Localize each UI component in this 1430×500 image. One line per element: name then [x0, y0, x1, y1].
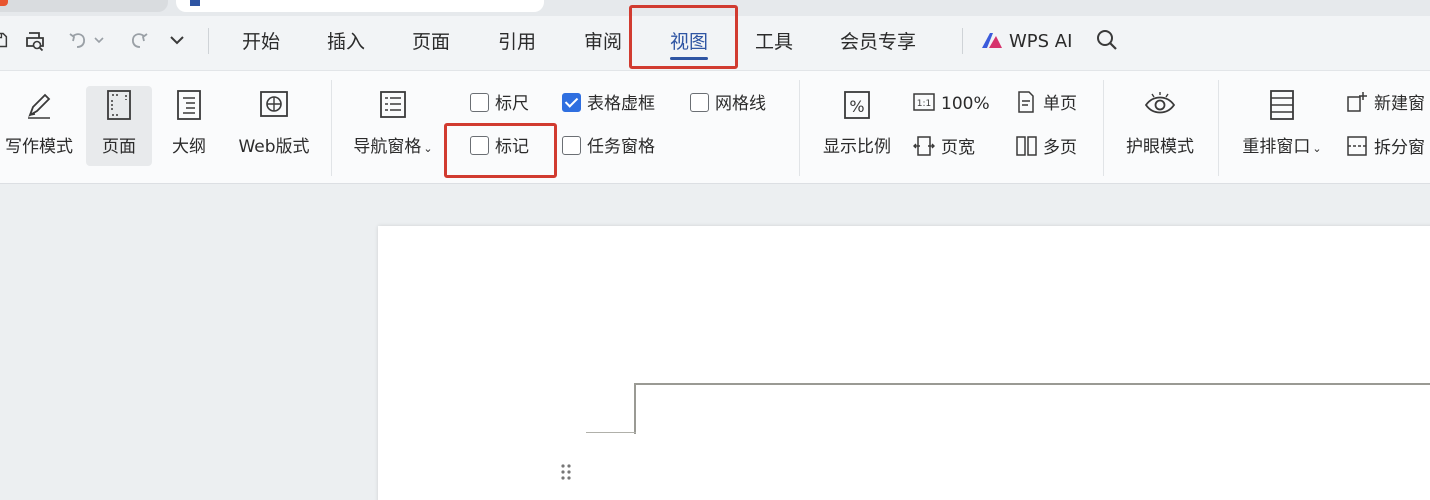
zoom-button[interactable]: % 显示比例	[813, 88, 901, 166]
checkbox-box	[470, 92, 489, 112]
multi-page-button[interactable]: 多页	[1015, 135, 1077, 161]
single-page-button[interactable]: 单页	[1015, 91, 1077, 117]
table-border-left	[634, 383, 636, 434]
split-window-button[interactable]: 拆分窗	[1346, 135, 1425, 161]
table-gridlines-label: 表格虚框	[587, 94, 655, 114]
tab-page[interactable]: 页面	[412, 30, 450, 54]
new-window-icon	[1346, 91, 1368, 113]
page-width-button[interactable]: 页宽	[913, 135, 975, 161]
multi-page-icon	[1015, 135, 1037, 157]
ribbon-divider	[331, 80, 332, 176]
previous-document-tab[interactable]	[0, 0, 168, 12]
save-icon[interactable]	[0, 28, 8, 52]
chevron-down-icon: ⌄	[423, 142, 433, 155]
tab-tools[interactable]: 工具	[755, 30, 793, 54]
document-icon	[190, 0, 200, 6]
globe-icon	[257, 88, 291, 122]
menu-divider	[208, 28, 209, 54]
table-border-top	[634, 383, 1430, 385]
drag-handle-icon[interactable]	[559, 463, 573, 485]
tab-review[interactable]: 审阅	[584, 30, 622, 54]
svg-text:1:1: 1:1	[917, 99, 931, 109]
page-width-label: 页宽	[941, 138, 975, 158]
undo-dropdown-icon[interactable]	[93, 28, 105, 52]
rearrange-icon	[1265, 88, 1299, 122]
page-view-icon	[102, 88, 136, 122]
undo-icon[interactable]	[67, 28, 89, 52]
outline-view-button[interactable]: 大纲	[162, 88, 216, 166]
page-view-button[interactable]: 页面	[86, 86, 152, 166]
nav-pane-label: 导航窗格 ⌄	[353, 137, 433, 157]
nav-pane-icon	[376, 88, 410, 122]
app-logo-icon	[0, 0, 8, 6]
rearrange-window-button[interactable]: 重排窗口 ⌄	[1232, 88, 1332, 166]
outline-view-label: 大纲	[172, 137, 206, 157]
ruler-checkbox[interactable]: 标尺	[470, 92, 529, 116]
search-icon[interactable]	[1096, 28, 1118, 52]
rearrange-window-label: 重排窗口 ⌄	[1242, 137, 1322, 157]
zoom-100-label: 100%	[941, 94, 990, 114]
document-page[interactable]	[378, 226, 1430, 500]
print-preview-icon[interactable]	[24, 28, 46, 52]
wps-ai-logo-icon[interactable]	[980, 28, 1004, 52]
table-border-segment	[586, 432, 636, 433]
single-page-icon	[1015, 91, 1037, 113]
checkbox-box	[690, 92, 709, 112]
menu-divider	[962, 28, 963, 54]
web-layout-button[interactable]: Web版式	[228, 88, 320, 166]
tab-home[interactable]: 开始	[242, 30, 280, 54]
writing-mode-label: 写作模式	[5, 137, 73, 157]
single-page-label: 单页	[1043, 94, 1077, 114]
nav-pane-button[interactable]: 导航窗格 ⌄	[344, 88, 442, 166]
tab-member[interactable]: 会员专享	[840, 30, 916, 54]
actual-size-icon: 1:1	[913, 91, 935, 113]
gridlines-checkbox[interactable]: 网格线	[690, 92, 766, 116]
marks-checkbox-highlight	[444, 123, 557, 178]
ruler-label: 标尺	[495, 94, 529, 114]
more-chevron-icon[interactable]	[168, 28, 186, 52]
ribbon-divider	[799, 80, 800, 176]
multi-page-label: 多页	[1043, 138, 1077, 158]
pen-icon	[22, 88, 56, 122]
task-pane-label: 任务窗格	[587, 137, 655, 157]
checkbox-box	[562, 135, 581, 155]
svg-text:%: %	[849, 97, 864, 116]
task-pane-checkbox[interactable]: 任务窗格	[562, 135, 655, 159]
new-window-label: 新建窗	[1374, 94, 1425, 114]
eye-icon	[1143, 88, 1177, 122]
writing-mode-button[interactable]: 写作模式	[0, 88, 78, 166]
eye-care-label: 护眼模式	[1126, 137, 1194, 157]
tab-references[interactable]: 引用	[498, 30, 536, 54]
zoom-percent-icon: %	[840, 88, 874, 122]
redo-icon[interactable]	[128, 28, 150, 52]
gridlines-label: 网格线	[715, 94, 766, 114]
chevron-down-icon: ⌄	[1312, 142, 1322, 155]
web-layout-label: Web版式	[238, 137, 310, 157]
ribbon-divider	[1218, 80, 1219, 176]
view-tab-highlight	[629, 5, 738, 69]
zoom-100-button[interactable]: 1:1 100%	[913, 91, 990, 117]
split-window-label: 拆分窗	[1374, 138, 1425, 158]
page-view-label: 页面	[102, 137, 136, 157]
page-width-icon	[913, 135, 935, 157]
table-gridlines-checkbox[interactable]: 表格虚框	[562, 92, 655, 116]
zoom-label: 显示比例	[823, 137, 891, 157]
tab-insert[interactable]: 插入	[327, 30, 365, 54]
eye-care-button[interactable]: 护眼模式	[1116, 88, 1204, 166]
checkbox-box-checked	[562, 92, 581, 112]
wps-ai-button[interactable]: WPS AI	[1009, 30, 1072, 54]
current-document-tab[interactable]	[176, 0, 544, 12]
split-window-icon	[1346, 135, 1368, 157]
ribbon-divider	[1103, 80, 1104, 176]
outline-icon	[172, 88, 206, 122]
new-window-button[interactable]: 新建窗	[1346, 91, 1425, 117]
